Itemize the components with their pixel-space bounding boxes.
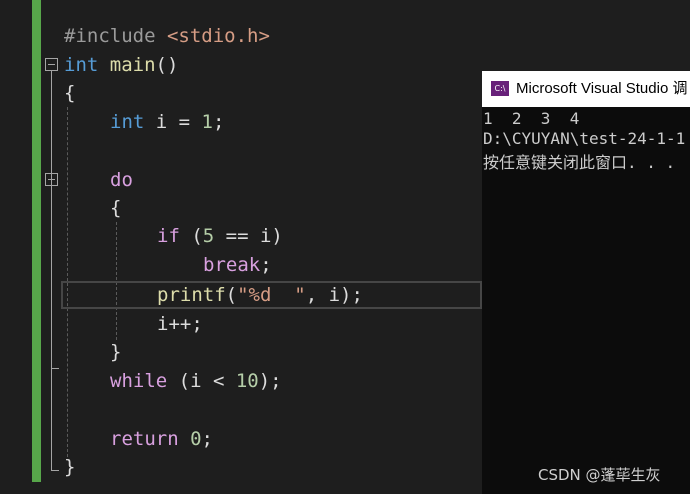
code-token: ( [179,225,203,247]
code-line[interactable]: } [64,453,75,482]
code-token: } [64,456,76,478]
code-token: == i) [214,225,283,247]
code-token: <stdio.h> [166,25,270,47]
code-token: ; [201,428,213,450]
code-line[interactable]: { [110,194,121,223]
code-token: ; [212,111,225,133]
code-token: 5 [202,225,215,247]
console-output-line: D:\CYUYAN\test-24-1-1 [483,129,686,148]
code-token: if [157,225,180,247]
code-token: printf [157,284,226,306]
code-token: main [109,54,156,76]
code-token: 10 [235,370,259,392]
code-line[interactable]: while (i < 10); [110,367,282,396]
code-token: ); [258,370,282,392]
console-app-icon: C:\ [491,81,509,96]
console-output-line: 按任意键关闭此窗口. . . [483,153,676,172]
code-token: i = [144,111,202,133]
fold-line [51,186,52,368]
console-title: Microsoft Visual Studio 调 [516,80,688,97]
code-token: int [64,54,99,76]
code-token: ( [225,284,238,306]
collapse-main-icon[interactable] [45,58,58,71]
code-editor[interactable]: #include <stdio.h> int main() { int i = … [0,0,482,482]
code-line[interactable]: break; [203,251,272,280]
console-title-bar[interactable]: C:\ Microsoft Visual Studio 调 [482,71,690,107]
code-token: while [110,370,168,392]
code-token: 0 [190,428,202,450]
code-line[interactable]: { [64,79,75,108]
collapse-do-icon[interactable] [45,173,58,186]
code-line[interactable]: printf("%d ", i); [157,281,363,310]
code-token: { [64,82,76,104]
code-line[interactable]: int main() [64,51,178,80]
code-line[interactable]: int i = 1; [110,108,224,137]
code-token: , i); [305,284,363,306]
code-line[interactable]: do [110,166,133,195]
console-window[interactable]: C:\ Microsoft Visual Studio 调 1 2 3 4 D:… [482,71,690,494]
code-token: { [110,197,122,219]
code-token: 1 [201,111,213,133]
code-line[interactable]: #include <stdio.h> [64,22,270,51]
code-token: (i < [167,370,236,392]
code-token: () [155,54,179,76]
watermark: CSDN @蓬荜生灰 [538,466,661,484]
code-token: } [110,341,122,363]
fold-end [51,470,59,471]
code-token: i++; [157,313,203,335]
code-token: return [110,428,179,450]
code-token: int [110,111,145,133]
code-token: do [110,169,133,191]
code-line[interactable]: i++; [157,310,203,339]
code-token: break [203,254,261,276]
code-token: #include [64,25,167,47]
console-output-line: 1 2 3 4 [483,109,580,128]
code-token: "%d " [237,284,306,306]
code-line[interactable]: } [110,338,121,367]
code-line[interactable]: if (5 == i) [157,222,283,251]
code-token: ; [260,254,272,276]
fold-end [51,368,59,369]
code-line[interactable]: return 0; [110,425,213,454]
